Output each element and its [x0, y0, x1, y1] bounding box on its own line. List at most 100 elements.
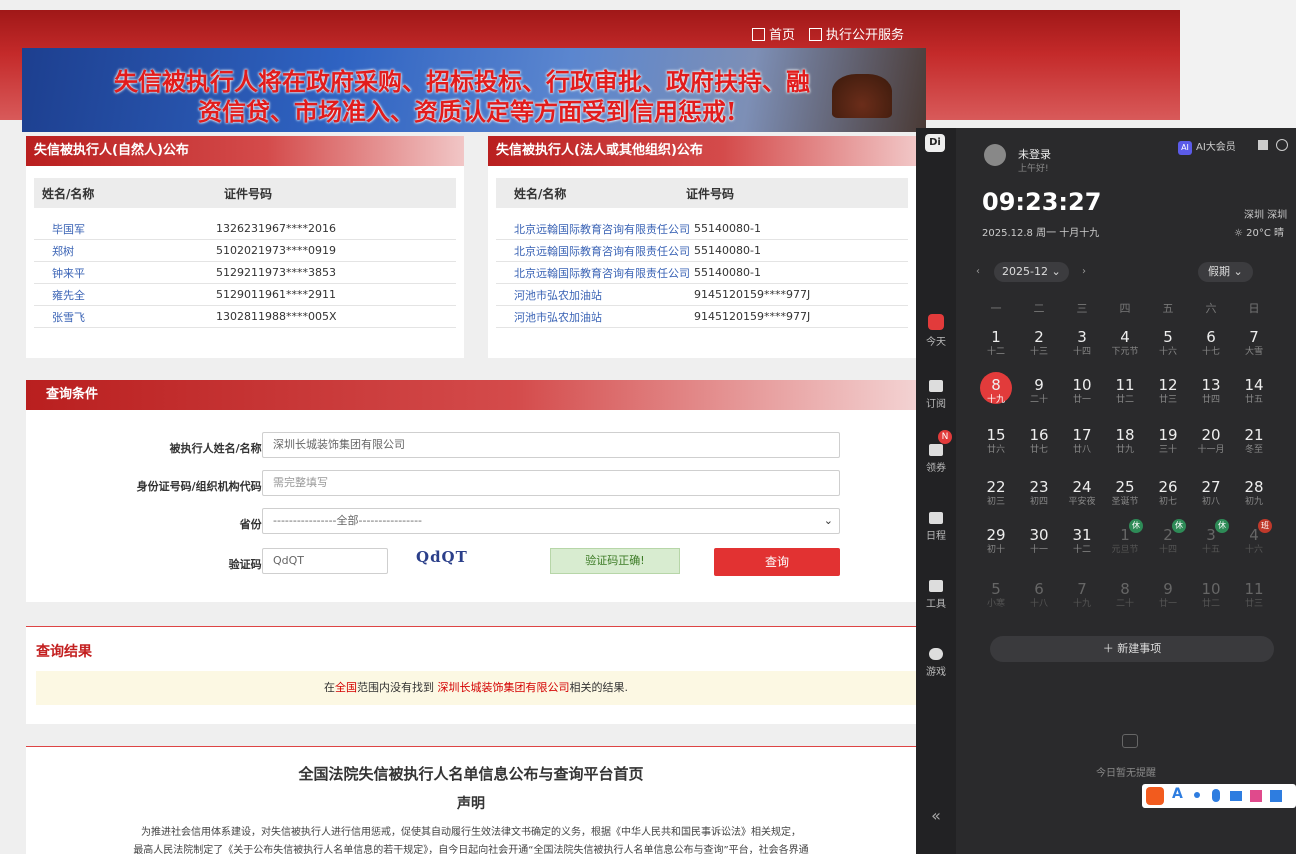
calendar-day[interactable]: 12 廿三: [1148, 376, 1188, 406]
rail-subscribe[interactable]: 订阅: [916, 380, 956, 410]
new-event-button[interactable]: ＋ 新建事项: [990, 636, 1274, 662]
nav-service-link[interactable]: 执行公开服务: [809, 24, 904, 43]
calendar-day[interactable]: 4 十六班: [1234, 519, 1274, 556]
calendar-day[interactable]: 11 廿三: [1234, 580, 1274, 610]
province-select[interactable]: ----------------全部---------------- ⌄: [262, 508, 840, 534]
calendar-day[interactable]: 5 十六: [1148, 328, 1188, 358]
day-number: 14: [1244, 376, 1264, 394]
calendar-day[interactable]: 9 二十: [1019, 376, 1059, 406]
login-status[interactable]: 未登录: [1018, 146, 1051, 162]
statement-title: 全国法院失信被执行人名单信息公布与查询平台首页: [298, 765, 644, 783]
calendar-day[interactable]: 28 初九: [1234, 478, 1274, 508]
lunar-label: 十四: [1072, 347, 1091, 357]
name-input[interactable]: 深圳长城装饰集团有限公司: [262, 432, 840, 458]
lunar-label: 三十: [1158, 445, 1177, 455]
next-month-icon[interactable]: ›: [1082, 266, 1086, 277]
org-name-link[interactable]: 北京远翰国际教育咨询有限责任公司: [496, 265, 694, 281]
calendar-day[interactable]: 9 廿一: [1148, 580, 1188, 610]
calendar-day[interactable]: 18 廿九: [1105, 426, 1145, 456]
holiday-select[interactable]: 假期 ⌄: [1198, 262, 1253, 282]
rail-tools[interactable]: 工具: [916, 580, 956, 610]
calendar-day[interactable]: 27 初八: [1191, 478, 1231, 508]
calendar-day[interactable]: 26 初七: [1148, 478, 1188, 508]
org-name-link[interactable]: 河池市弘农加油站: [496, 309, 694, 325]
calendar-day[interactable]: 6 十七: [1191, 328, 1231, 358]
calendar-day[interactable]: 8 二十: [1105, 580, 1145, 610]
calendar-day[interactable]: 7 十九: [1062, 580, 1102, 610]
weekday-header: 日: [1248, 302, 1260, 315]
punctuation-icon[interactable]: [1194, 792, 1200, 798]
month-select[interactable]: 2025-12 ⌄: [994, 262, 1069, 282]
rail-today-label: 今天: [926, 337, 946, 348]
calendar-day[interactable]: 3 十五休: [1191, 519, 1231, 556]
captcha-input[interactable]: QdQT: [262, 548, 388, 574]
keyboard-icon[interactable]: [1230, 791, 1242, 801]
person-name-link[interactable]: 雍先全: [34, 287, 216, 303]
ime-mode[interactable]: A: [1172, 786, 1183, 802]
calendar-day[interactable]: 8 十九: [976, 372, 1016, 406]
no-reminder-text: 今日暂无提醒: [1096, 768, 1156, 779]
calendar-day[interactable]: 1 元旦节休: [1105, 519, 1145, 556]
calendar-day[interactable]: 25 圣诞节: [1105, 478, 1145, 508]
pin-icon[interactable]: [1258, 140, 1268, 150]
calendar-day[interactable]: 21 冬至: [1234, 426, 1274, 456]
toolbox-icon[interactable]: [1270, 790, 1282, 802]
calendar-day[interactable]: 3 十四: [1062, 328, 1102, 358]
calendar-day[interactable]: 29 初十: [976, 526, 1016, 556]
calendar-day[interactable]: 7 大雪: [1234, 328, 1274, 358]
calendar-day[interactable]: 19 三十: [1148, 426, 1188, 456]
prev-month-icon[interactable]: ‹: [976, 266, 980, 277]
day-number: 12: [1158, 376, 1178, 394]
calendar-day[interactable]: 20 十一月: [1191, 426, 1231, 456]
calendar-day[interactable]: 16 廿七: [1019, 426, 1059, 456]
rail-today[interactable]: 今天: [916, 314, 956, 348]
calendar-day[interactable]: 2 十四休: [1148, 519, 1188, 556]
sogou-logo-icon[interactable]: [1146, 787, 1164, 805]
person-name-link[interactable]: 钟来平: [34, 265, 216, 281]
calendar-day[interactable]: 14 廿五: [1234, 376, 1274, 406]
rail-schedule[interactable]: 日程: [916, 512, 956, 542]
search-button[interactable]: 查询: [714, 548, 840, 576]
ai-vip-link[interactable]: AI AI大会员: [1178, 138, 1236, 155]
table-row: 河池市弘农加油站 9145120159****977J: [496, 306, 908, 328]
rail-games[interactable]: 游戏: [916, 648, 956, 678]
person-name-link[interactable]: 张雪飞: [34, 309, 216, 325]
calendar-day[interactable]: 31 十二: [1062, 526, 1102, 556]
holiday-select-label: 假期: [1208, 265, 1230, 278]
microphone-icon[interactable]: [1212, 789, 1220, 802]
org-name-link[interactable]: 北京远翰国际教育咨询有限责任公司: [496, 243, 694, 259]
captcha-status: 验证码正确!: [550, 548, 680, 574]
calendar-day[interactable]: 11 廿二: [1105, 376, 1145, 406]
calendar-day[interactable]: 22 初三: [976, 478, 1016, 508]
collapse-button[interactable]: «: [916, 806, 956, 825]
org-name-link[interactable]: 河池市弘农加油站: [496, 287, 694, 303]
nav-home-link[interactable]: 首页: [752, 24, 795, 43]
avatar[interactable]: [984, 144, 1006, 166]
org-panel: 失信被执行人(法人或其他组织)公布 姓名/名称 证件号码 北京远翰国际教育咨询有…: [488, 136, 916, 358]
captcha-image[interactable]: QdQT: [416, 548, 484, 574]
calendar-day[interactable]: 4 下元节: [1105, 328, 1145, 358]
calendar-day[interactable]: 23 初四: [1019, 478, 1059, 508]
org-name-link[interactable]: 北京远翰国际教育咨询有限责任公司: [496, 221, 694, 237]
calendar-day[interactable]: 5 小寒: [976, 580, 1016, 610]
app-logo-icon: Di: [925, 134, 945, 152]
skin-icon[interactable]: [1250, 790, 1262, 802]
person-name-link[interactable]: 郑树: [34, 243, 216, 259]
id-input[interactable]: 需完整填写: [262, 470, 840, 496]
person-name-link[interactable]: 毕国军: [34, 221, 216, 237]
table-row: 毕国军 1326231967****2016: [34, 218, 456, 240]
calendar-day[interactable]: 13 廿四: [1191, 376, 1231, 406]
calendar-day[interactable]: 1 十二: [976, 328, 1016, 358]
calendar-day[interactable]: 24 平安夜: [1062, 478, 1102, 508]
clock-time: 09:23:27: [982, 188, 1102, 216]
calendar-day[interactable]: 10 廿一: [1062, 376, 1102, 406]
calendar-day[interactable]: 15 廿六: [976, 426, 1016, 456]
calendar-day[interactable]: 17 廿八: [1062, 426, 1102, 456]
settings-icon[interactable]: [1276, 139, 1288, 151]
calendar-day[interactable]: 10 廿二: [1191, 580, 1231, 610]
calendar-day[interactable]: 2 十三: [1019, 328, 1059, 358]
calendar-day[interactable]: 6 十八: [1019, 580, 1059, 610]
day-number: 15: [986, 426, 1006, 444]
calendar-day[interactable]: 30 十一: [1019, 526, 1059, 556]
rail-coupon[interactable]: 领券 N: [916, 430, 956, 474]
